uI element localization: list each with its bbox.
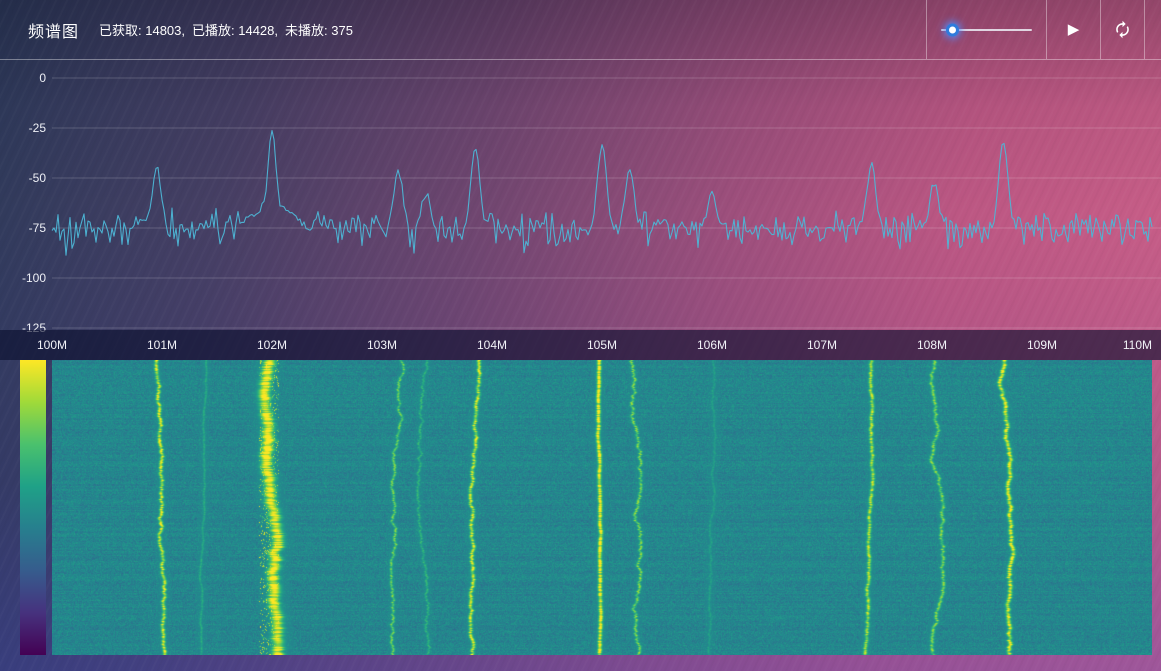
waterfall-canvas [52,360,1152,655]
x-axis-label: 108M [916,338,948,352]
header-controls: ▶ [926,0,1145,59]
stat-unplayed: 未播放: 375 [285,23,353,38]
header: 频谱图 已获取: 14803, 已播放: 14428, 未播放: 375 ▶ [0,0,1161,60]
x-axis-label: 101M [146,338,178,352]
play-button[interactable]: ▶ [1046,0,1100,59]
y-axis-label: -25 [28,121,46,135]
waterfall-section [0,360,1161,655]
y-axis-label: 0 [39,71,46,85]
slider-handle[interactable] [945,23,959,36]
x-axis-label: 104M [476,338,508,352]
playback-stats: 已获取: 14803, 已播放: 14428, 未播放: 375 [99,20,353,39]
x-axis-label: 107M [806,338,838,352]
stat-acquired: 已获取: 14803, [99,23,186,38]
x-axis-label: 105M [586,338,618,352]
stat-played: 已播放: 14428, [192,23,279,38]
x-axis-label: 102M [256,338,288,352]
y-axis-label: -50 [28,171,46,185]
volume-slider-cell [926,0,1046,59]
x-axis-label: 103M [366,338,398,352]
y-axis-label: -75 [28,221,46,235]
colorbar [20,360,46,655]
refresh-button[interactable] [1100,0,1145,59]
play-icon: ▶ [1067,21,1080,38]
x-axis-label: 100M [36,338,68,352]
x-axis-label: 110M [1122,338,1152,352]
x-axis-label: 109M [1026,338,1058,352]
spectrum-app: 频谱图 已获取: 14803, 已播放: 14428, 未播放: 375 ▶ 0… [0,0,1161,671]
spectrum-chart: 0 -25 -50 -75 -100 -125 [0,60,1161,335]
y-axis: 0 -25 -50 -75 -100 -125 [0,60,1161,335]
x-axis: 100M 101M 102M 103M 104M 105M 106M 107M 108M 109M… [0,330,1161,360]
spectrum-plot [51,77,1161,329]
x-axis-label: 106M [696,338,728,352]
playback-slider[interactable] [941,20,1032,40]
y-axis-label: -100 [21,271,46,285]
page-title: 频谱图 [28,23,80,41]
refresh-icon [1113,20,1132,39]
